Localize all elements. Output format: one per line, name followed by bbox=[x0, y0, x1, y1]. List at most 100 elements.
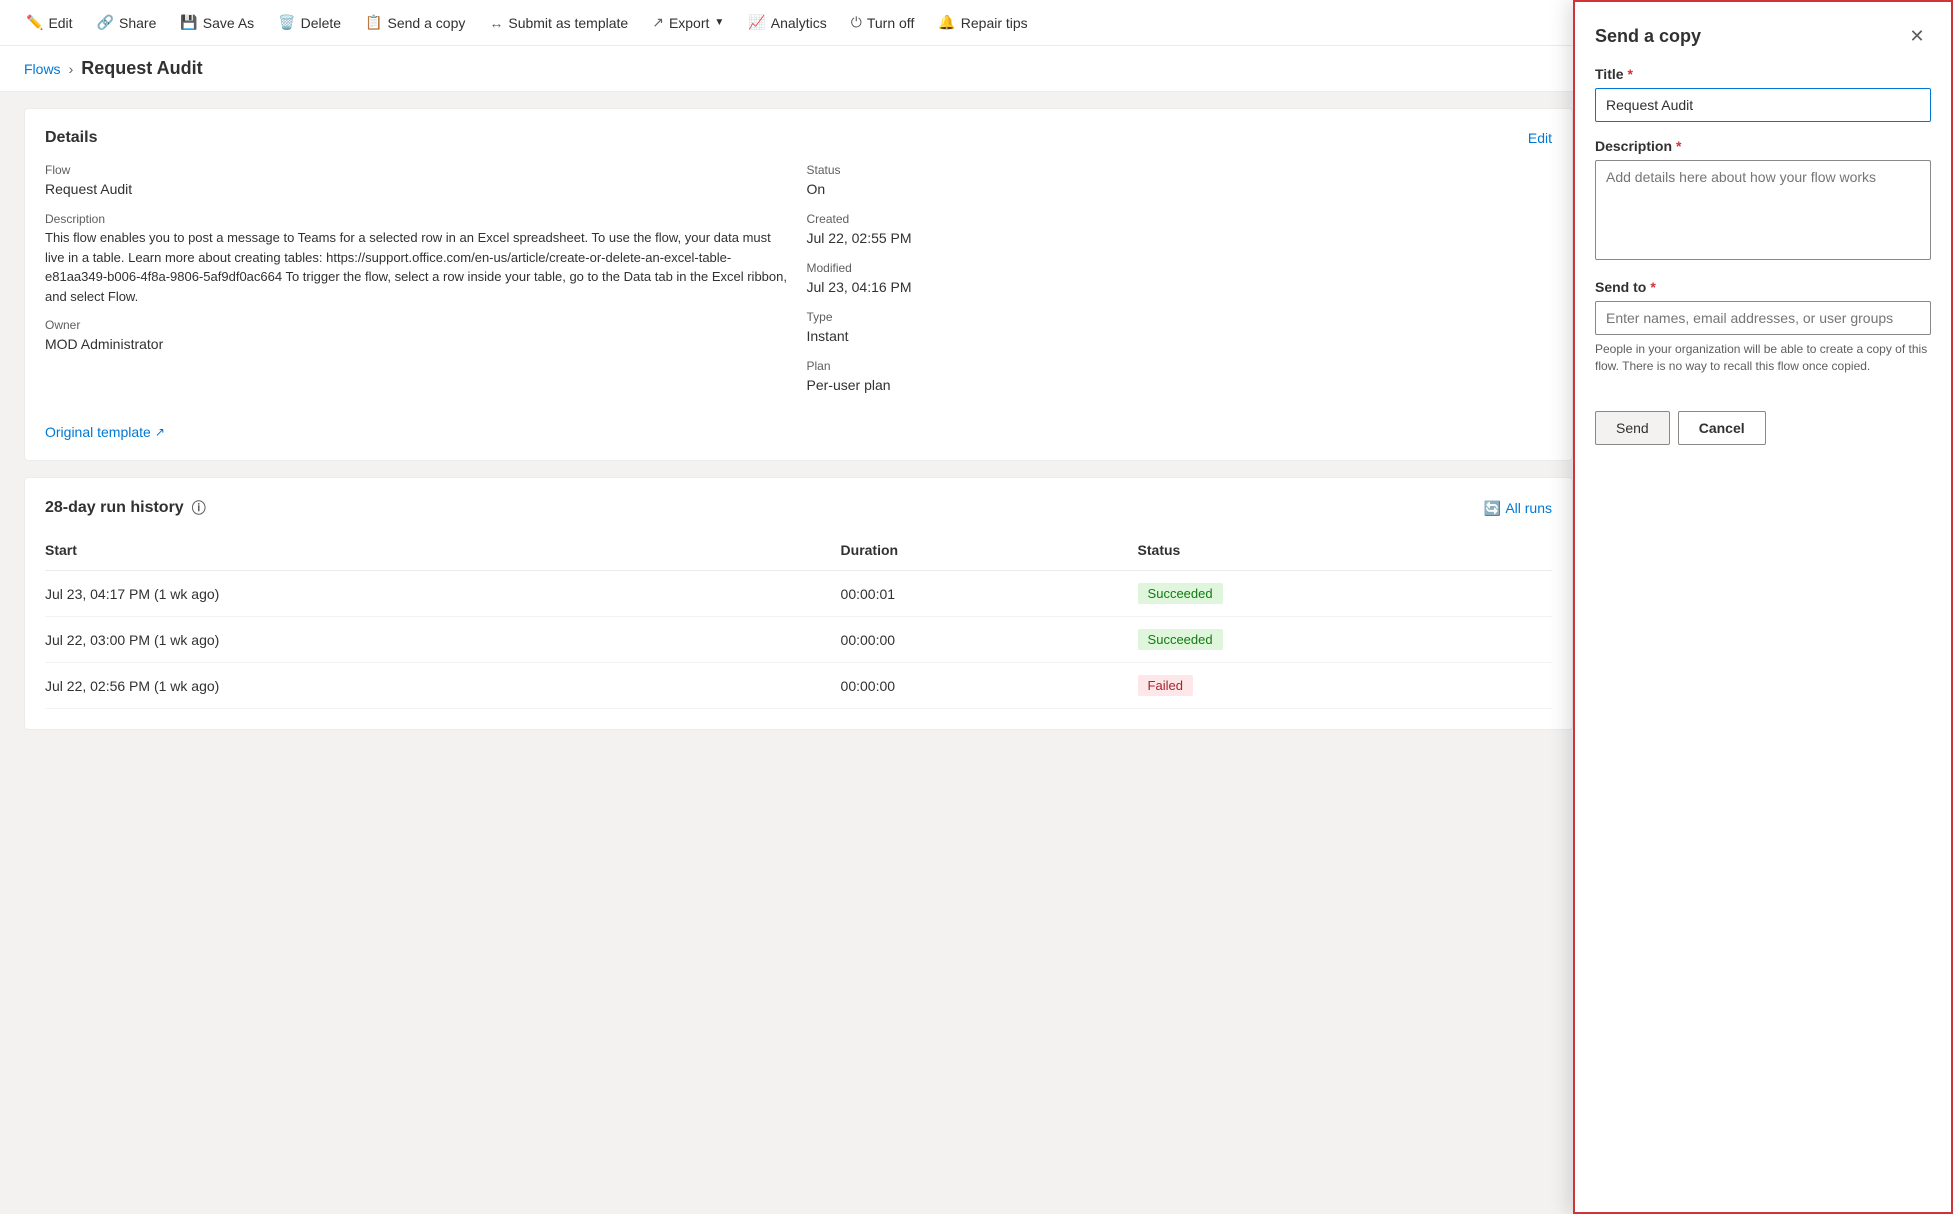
description-form-label: Description * bbox=[1595, 138, 1931, 154]
send-copy-panel: Send a copy ✕ Title * Description * Send… bbox=[1573, 0, 1953, 1214]
type-label: Type bbox=[807, 310, 1553, 324]
status-badge: Failed bbox=[1138, 675, 1193, 696]
toolbar-edit-label: Edit bbox=[48, 15, 72, 31]
plan-label: Plan bbox=[807, 359, 1553, 373]
detail-type: Type Instant bbox=[807, 310, 1553, 347]
toolbar-edit[interactable]: ✏️ Edit bbox=[16, 8, 83, 37]
details-left-column: Flow Request Audit Description This flow… bbox=[45, 163, 791, 408]
run-duration-2: 00:00:00 bbox=[841, 663, 1138, 709]
send-copy-icon: 📋 bbox=[365, 14, 382, 31]
run-history-card: 28-day run history ⓘ 🔄 All runs Start Du… bbox=[24, 477, 1573, 730]
send-to-input[interactable] bbox=[1595, 301, 1931, 335]
toolbar-save-as[interactable]: 💾 Save As bbox=[170, 8, 264, 37]
run-duration-1: 00:00:00 bbox=[841, 617, 1138, 663]
external-link-icon: ↗ bbox=[155, 425, 165, 439]
flow-label: Flow bbox=[45, 163, 791, 177]
title-form-group: Title * bbox=[1595, 66, 1931, 122]
toolbar-send-copy[interactable]: 📋 Send a copy bbox=[355, 8, 475, 37]
run-start-1: Jul 22, 03:00 PM (1 wk ago) bbox=[45, 617, 841, 663]
panel-close-button[interactable]: ✕ bbox=[1903, 22, 1931, 50]
created-label: Created bbox=[807, 212, 1553, 226]
toolbar-delete[interactable]: 🗑️ Delete bbox=[268, 8, 351, 37]
breadcrumb-separator: › bbox=[69, 61, 74, 77]
col-start: Start bbox=[45, 534, 841, 571]
toolbar-save-as-label: Save As bbox=[203, 15, 254, 31]
toolbar-analytics[interactable]: 📈 Analytics bbox=[738, 8, 836, 37]
detail-status: Status On bbox=[807, 163, 1553, 200]
left-panel: Details Edit Flow Request Audit Descript… bbox=[24, 108, 1573, 746]
toolbar-submit-template[interactable]: ↔ Submit as template bbox=[479, 9, 638, 37]
turn-off-icon: ⏻ bbox=[851, 14, 862, 31]
info-icon[interactable]: ⓘ bbox=[192, 498, 206, 518]
details-card-header: Details Edit bbox=[45, 129, 1552, 147]
toolbar-turn-off-label: Turn off bbox=[867, 15, 914, 31]
run-history-title-group: 28-day run history ⓘ bbox=[45, 498, 206, 518]
export-chevron-icon: ▼ bbox=[714, 17, 724, 28]
description-label: Description bbox=[45, 212, 791, 226]
refresh-icon: 🔄 bbox=[1484, 500, 1501, 517]
details-card-title: Details bbox=[45, 129, 97, 147]
table-row: Jul 23, 04:17 PM (1 wk ago)00:00:01Succe… bbox=[45, 571, 1552, 617]
created-value: Jul 22, 02:55 PM bbox=[807, 228, 1553, 249]
detail-flow: Flow Request Audit bbox=[45, 163, 791, 200]
send-to-form-group: Send to * People in your organization wi… bbox=[1595, 279, 1931, 375]
toolbar-analytics-label: Analytics bbox=[771, 15, 827, 31]
delete-icon: 🗑️ bbox=[278, 14, 295, 31]
run-status-0: Succeeded bbox=[1138, 571, 1552, 617]
export-icon: ↗ bbox=[652, 14, 664, 31]
details-grid: Flow Request Audit Description This flow… bbox=[45, 163, 1552, 408]
run-start-0: Jul 23, 04:17 PM (1 wk ago) bbox=[45, 571, 841, 617]
detail-modified: Modified Jul 23, 04:16 PM bbox=[807, 261, 1553, 298]
submit-template-icon: ↔ bbox=[489, 15, 503, 31]
modified-label: Modified bbox=[807, 261, 1553, 275]
toolbar-share[interactable]: 🔗 Share bbox=[87, 8, 167, 37]
share-icon: 🔗 bbox=[97, 14, 114, 31]
send-to-hint: People in your organization will be able… bbox=[1595, 341, 1931, 375]
analytics-icon: 📈 bbox=[748, 14, 765, 31]
toolbar-repair-tips[interactable]: 🔔 Repair tips bbox=[928, 8, 1037, 37]
detail-plan: Plan Per-user plan bbox=[807, 359, 1553, 396]
toolbar-export[interactable]: ↗ Export ▼ bbox=[642, 8, 734, 37]
breadcrumb-parent[interactable]: Flows bbox=[24, 61, 61, 77]
cancel-button[interactable]: Cancel bbox=[1678, 411, 1766, 445]
toolbar-share-label: Share bbox=[119, 15, 156, 31]
type-value: Instant bbox=[807, 326, 1553, 347]
send-button[interactable]: Send bbox=[1595, 411, 1670, 445]
toolbar-turn-off[interactable]: ⏻ Turn off bbox=[841, 8, 925, 37]
details-right-column: Status On Created Jul 22, 02:55 PM Modif… bbox=[807, 163, 1553, 408]
toolbar-repair-tips-label: Repair tips bbox=[961, 15, 1028, 31]
title-required-star: * bbox=[1628, 66, 1633, 82]
toolbar-send-copy-label: Send a copy bbox=[388, 15, 466, 31]
detail-owner: Owner MOD Administrator bbox=[45, 318, 791, 355]
run-history-title: 28-day run history bbox=[45, 499, 184, 517]
description-textarea[interactable] bbox=[1595, 160, 1931, 260]
table-row: Jul 22, 02:56 PM (1 wk ago)00:00:00Faile… bbox=[45, 663, 1552, 709]
plan-value: Per-user plan bbox=[807, 375, 1553, 396]
title-form-label: Title * bbox=[1595, 66, 1931, 82]
flow-value: Request Audit bbox=[45, 179, 791, 200]
edit-icon: ✏️ bbox=[26, 14, 43, 31]
status-badge: Succeeded bbox=[1138, 629, 1223, 650]
details-edit-link[interactable]: Edit bbox=[1528, 130, 1552, 146]
run-status-1: Succeeded bbox=[1138, 617, 1552, 663]
status-label: Status bbox=[807, 163, 1553, 177]
save-as-icon: 💾 bbox=[180, 14, 197, 31]
title-input[interactable] bbox=[1595, 88, 1931, 122]
all-runs-link[interactable]: 🔄 All runs bbox=[1484, 500, 1552, 517]
run-start-2: Jul 22, 02:56 PM (1 wk ago) bbox=[45, 663, 841, 709]
toolbar-export-label: Export bbox=[669, 15, 709, 31]
original-template-label: Original template bbox=[45, 424, 151, 440]
table-row: Jul 22, 03:00 PM (1 wk ago)00:00:00Succe… bbox=[45, 617, 1552, 663]
toolbar-submit-template-label: Submit as template bbox=[508, 15, 628, 31]
breadcrumb-current: Request Audit bbox=[81, 58, 202, 79]
status-value: On bbox=[807, 179, 1553, 200]
original-template-link[interactable]: Original template ↗ bbox=[45, 424, 1552, 440]
details-card: Details Edit Flow Request Audit Descript… bbox=[24, 108, 1573, 461]
run-status-2: Failed bbox=[1138, 663, 1552, 709]
toolbar-delete-label: Delete bbox=[301, 15, 341, 31]
col-duration: Duration bbox=[841, 534, 1138, 571]
col-status: Status bbox=[1138, 534, 1552, 571]
description-required-star: * bbox=[1676, 138, 1681, 154]
panel-buttons: Send Cancel bbox=[1595, 411, 1931, 445]
description-value: This flow enables you to post a message … bbox=[45, 228, 791, 306]
